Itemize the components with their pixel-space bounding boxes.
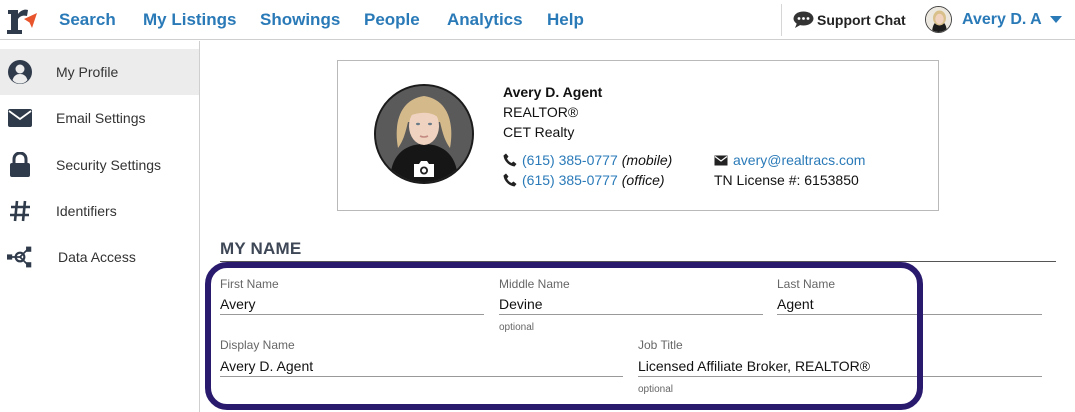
phone-row-office: (615) 385-0777 (office) [503,172,665,188]
display-name-input[interactable] [220,355,623,377]
user-circle-icon [7,59,33,85]
sidebar-item-security-settings[interactable]: Security Settings [0,142,199,188]
sidebar-item-my-profile[interactable]: My Profile [0,49,199,95]
nav-help[interactable]: Help [547,10,584,30]
hashtag-icon [7,198,33,224]
middle-name-hint: optional [499,322,535,333]
job-title-hint: optional [638,384,674,395]
sidebar-item-label: Security Settings [56,157,162,173]
nav-analytics[interactable]: Analytics [447,10,523,30]
first-name-label: First Name [220,277,279,291]
nav-divider [781,4,782,36]
realtracs-logo-icon[interactable] [4,4,38,36]
phone-row-mobile: (615) 385-0777 (mobile) [503,152,672,168]
nav-people[interactable]: People [364,10,420,30]
chevron-down-icon[interactable] [1050,16,1062,23]
sidebar-item-data-access[interactable]: Data Access [0,234,199,280]
settings-sidebar: My Profile Email Settings Security Setti… [0,41,200,412]
mobile-phone-link[interactable]: (615) 385-0777 [522,152,618,168]
section-title: MY NAME [220,239,302,258]
profile-photo[interactable] [374,84,474,184]
lock-icon [7,152,33,178]
first-name-input[interactable] [220,293,484,315]
nav-my-listings[interactable]: My Listings [143,10,237,30]
phone-icon [503,153,517,167]
support-chat-label: Support Chat [817,11,906,28]
email-link[interactable]: avery@realtracs.com [733,152,865,168]
sidebar-item-label: Email Settings [56,110,146,126]
office-phone-link[interactable]: (615) 385-0777 [522,172,618,188]
section-divider [220,261,1056,262]
middle-name-label: Middle Name [499,277,570,291]
sidebar-item-label: My Profile [56,64,119,80]
user-avatar[interactable] [925,6,952,33]
chat-bubble-icon [793,11,814,28]
phone-type-label: (office) [621,172,665,188]
sidebar-item-label: Identifiers [56,203,117,219]
agent-company: CET Realty [503,124,575,140]
phone-type-label: (mobile) [621,152,673,168]
user-menu-name[interactable]: Avery D. A [962,11,1042,29]
job-title-label: Job Title [638,338,683,352]
envelope-icon [7,105,33,131]
sidebar-item-email-settings[interactable]: Email Settings [0,95,199,141]
nav-showings[interactable]: Showings [260,10,340,30]
top-navigation-bar: Search My Listings Showings People Analy… [0,0,1075,40]
agent-title: REALTOR® [503,104,579,120]
camera-icon[interactable] [412,159,436,179]
phone-icon [503,173,517,187]
last-name-input[interactable] [777,293,1042,315]
agent-name: Avery D. Agent [503,84,603,100]
license-number: TN License #: 6153850 [714,172,859,188]
job-title-input[interactable] [638,355,1042,377]
envelope-icon [714,155,728,165]
profile-card: Avery D. Agent REALTOR® CET Realty (615)… [337,60,939,211]
email-row: avery@realtracs.com [714,152,865,168]
middle-name-input[interactable] [499,293,763,315]
sidebar-item-label: Data Access [58,249,136,265]
sidebar-item-identifiers[interactable]: Identifiers [0,188,199,234]
display-name-label: Display Name [220,338,295,352]
nav-search[interactable]: Search [59,10,116,30]
support-chat-button[interactable]: Support Chat [793,11,906,28]
user-photo-icon [926,7,951,32]
last-name-label: Last Name [777,277,836,291]
network-icon [7,244,33,270]
